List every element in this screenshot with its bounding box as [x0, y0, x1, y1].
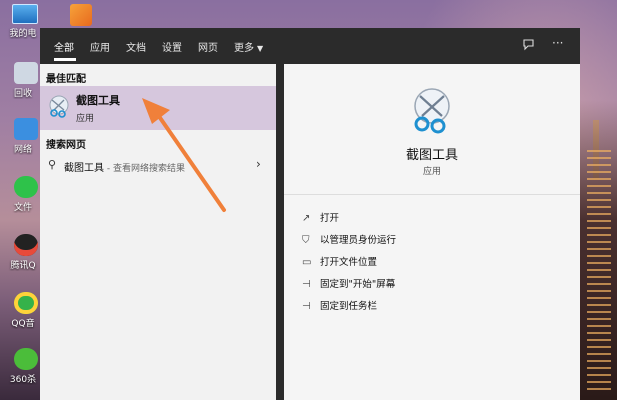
- action-label: 打开文件位置: [320, 257, 378, 268]
- action-label: 固定到任务栏: [320, 301, 378, 312]
- tab-web[interactable]: 网页: [198, 39, 218, 54]
- action-open[interactable]: ↗ 打开: [302, 210, 339, 224]
- paint-app-icon[interactable]: [70, 4, 92, 26]
- tab-apps[interactable]: 应用: [90, 39, 110, 54]
- more-options-icon[interactable]: ···: [552, 36, 563, 50]
- web-search-text: 截图工具 - 查看网络搜索结果: [64, 159, 185, 174]
- action-label: 打开: [320, 213, 340, 224]
- pin-icon: ⊣: [302, 279, 311, 290]
- desktop-icon-label: 360杀: [9, 375, 37, 385]
- best-match-name: 截图工具: [76, 94, 120, 107]
- desktop-icon-label: 腾讯Q: [10, 261, 36, 271]
- results-list: 最佳匹配 截图工具 应用 搜索网页 ⚲ 截图工具 - 查看网络搜索结果 ›: [40, 64, 276, 400]
- desktop-icon-label: 网络: [13, 145, 32, 155]
- chevron-down-icon: ▼: [257, 44, 264, 53]
- web-search-item[interactable]: ⚲ 截图工具 - 查看网络搜索结果 ›: [40, 152, 276, 178]
- network-icon: [14, 118, 38, 140]
- feedback-icon[interactable]: [522, 38, 535, 54]
- tab-more-label: 更多: [234, 43, 254, 54]
- best-match-item[interactable]: 截图工具 应用: [40, 86, 276, 130]
- desktop-icon-label: 我的电: [9, 29, 37, 39]
- action-label: 以管理员身份运行: [320, 235, 397, 246]
- detail-app-name: 截图工具: [405, 148, 458, 163]
- action-pin-to-start[interactable]: ⊣ 固定到"开始"屏幕: [302, 276, 395, 290]
- tab-all[interactable]: 全部: [54, 39, 74, 54]
- active-tab-indicator: [54, 58, 76, 61]
- search-tabs: 全部 应用 文档 设置 网页 更多 ▼ ···: [40, 28, 580, 64]
- desktop-icon-label: 回收: [13, 89, 32, 99]
- desktop-icon-label: 文件: [13, 203, 32, 213]
- chevron-right-icon[interactable]: ›: [256, 157, 261, 171]
- best-match-title: 最佳匹配: [46, 74, 86, 85]
- recycle-bin-icon: [14, 62, 38, 84]
- desktop-icons: 我的电 回收 网络 文件 腾讯Q QQ音 360杀: [0, 0, 40, 400]
- action-pin-to-taskbar[interactable]: ⊣ 固定到任务栏: [302, 298, 377, 312]
- tab-documents[interactable]: 文档: [126, 39, 146, 54]
- web-search-query: 截图工具: [64, 163, 104, 174]
- qq-icon: [14, 234, 38, 256]
- search-icon: ⚲: [48, 158, 57, 171]
- tab-settings[interactable]: 设置: [162, 39, 182, 54]
- open-icon: ↗: [302, 213, 311, 224]
- action-label: 固定到"开始"屏幕: [320, 279, 396, 290]
- detail-app-type: 应用: [422, 167, 441, 177]
- web-search-title: 搜索网页: [46, 140, 86, 151]
- tab-more[interactable]: 更多 ▼: [234, 39, 263, 54]
- admin-icon: ⛉: [302, 235, 310, 246]
- divider: [284, 194, 580, 195]
- web-search-suffix: - 查看网络搜索结果: [104, 164, 185, 174]
- app-detail-pane: 截图工具 应用 ↗ 打开 ⛉ 以管理员身份运行 ▭ 打开文件位置 ⊣ 固定到"开始"屏幕…: [284, 64, 580, 400]
- antivirus-icon: [14, 348, 38, 370]
- snipping-tool-icon: [414, 88, 450, 134]
- desktop-icon-label: QQ音: [11, 319, 35, 329]
- folder-icon: ▭: [302, 257, 312, 268]
- best-match-type: 应用: [76, 114, 95, 124]
- qq-music-icon: [14, 292, 38, 314]
- city-lights: [587, 150, 611, 390]
- pin-icon: ⊣: [302, 301, 311, 312]
- wechat-icon: [14, 176, 38, 198]
- action-open-file-location[interactable]: ▭ 打开文件位置: [302, 254, 377, 268]
- start-search-panel: 全部 应用 文档 设置 网页 更多 ▼ ··· 最佳匹配 截图工具 应用 搜索网页…: [40, 28, 580, 400]
- action-run-as-admin[interactable]: ⛉ 以管理员身份运行: [302, 232, 396, 246]
- snipping-tool-icon: [49, 95, 69, 118]
